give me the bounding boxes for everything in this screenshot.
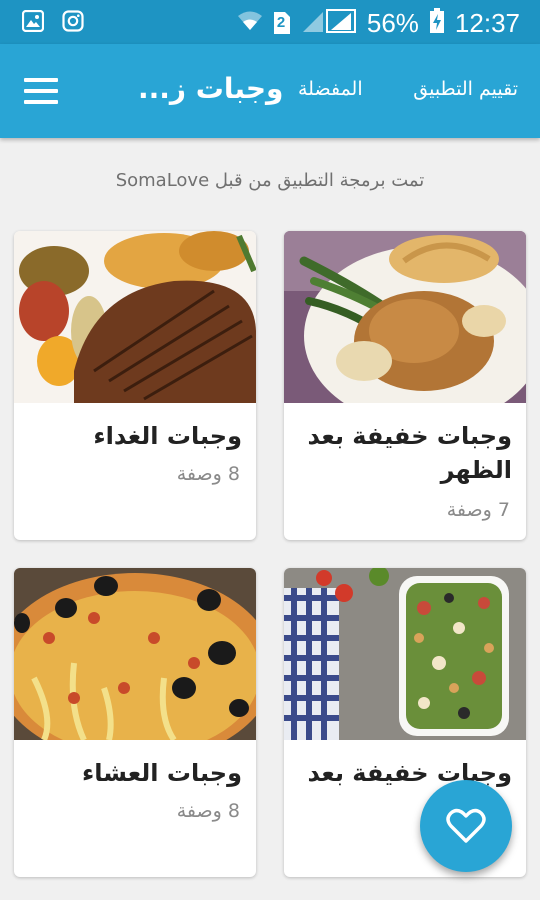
instagram-icon	[62, 10, 84, 36]
battery-icon	[429, 8, 445, 38]
signal-icon	[301, 8, 357, 38]
developer-credit: تمت برمجة التطبيق من قبل SomaLove	[115, 170, 425, 191]
sim-icon: 2	[273, 11, 291, 35]
recipe-count: 7 وصفة	[446, 499, 510, 521]
status-bar: 2 56% 12:37	[0, 0, 540, 44]
wifi-icon	[237, 10, 263, 36]
category-name: وجبات الغداء	[93, 422, 242, 450]
hamburger-icon[interactable]	[24, 78, 58, 104]
steak-image	[14, 231, 256, 403]
sim-badge: 2	[276, 14, 286, 31]
gallery-icon	[21, 9, 45, 36]
recipe-count: 8 وصفة	[176, 800, 240, 822]
status-left-icons	[21, 9, 84, 36]
battery-percent: 56%	[366, 8, 419, 38]
category-card-lunch[interactable]: وجبات الغداء 8 وصفة	[14, 231, 256, 540]
heart-icon	[446, 808, 486, 843]
favorites-menu-item[interactable]: المفضلة	[298, 78, 363, 100]
category-card-afternoon-snacks[interactable]: وجبات خفيفة بعد الظهر 7 وصفة	[284, 231, 526, 540]
rate-app-menu-item[interactable]: تقييم التطبيق	[413, 78, 518, 100]
pizza-image	[14, 568, 256, 740]
recipe-count: 8 وصفة	[176, 463, 240, 485]
roast-chicken-image	[284, 231, 526, 403]
category-name: وجبات خفيفة بعد الظهر	[307, 422, 512, 484]
status-right-icons: 2 56% 12:37	[237, 8, 520, 38]
category-name: وجبات العشاء	[82, 759, 242, 787]
tuna-salad-image	[284, 568, 526, 740]
clock: 12:37	[454, 8, 520, 38]
app-bar: وجبات ز... المفضلة تقييم التطبيق	[0, 44, 540, 138]
favorites-fab[interactable]	[420, 780, 512, 872]
category-card-dinner[interactable]: وجبات العشاء 8 وصفة	[14, 568, 256, 877]
page-title: وجبات ز...	[138, 72, 284, 105]
